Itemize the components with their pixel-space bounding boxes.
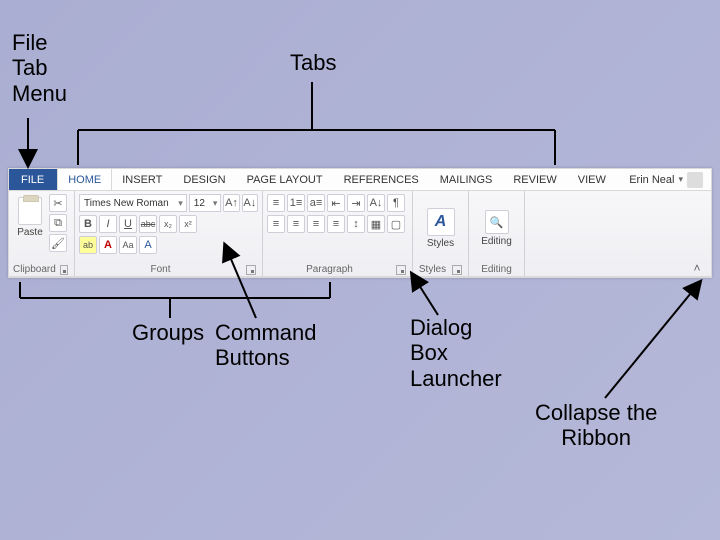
group-label-styles: Styles bbox=[417, 264, 448, 275]
group-paragraph: ≡ 1≡ a≡ ⇤ ⇥ A↓ ¶ ≡ ≡ ≡ ≡ ↕ ▦ ▢ bbox=[263, 191, 413, 276]
group-label-paragraph: Paragraph bbox=[267, 264, 392, 275]
dialog-launcher-clipboard[interactable] bbox=[60, 265, 68, 275]
justify-button[interactable]: ≡ bbox=[327, 215, 345, 233]
annotation-collapse-ribbon: Collapse the Ribbon bbox=[535, 400, 657, 451]
group-font: Times New Roman 12 A↑ A↓ B I U abc x₂ x²… bbox=[75, 191, 263, 276]
annotation-dialog-box-launcher: Dialog Box Launcher bbox=[410, 315, 502, 391]
italic-button[interactable]: I bbox=[99, 215, 117, 233]
borders-button[interactable]: ▢ bbox=[387, 215, 405, 233]
dialog-launcher-paragraph[interactable] bbox=[396, 265, 406, 275]
annotation-file-tab-menu: File Tab Menu bbox=[12, 30, 67, 106]
superscript-button[interactable]: x² bbox=[179, 215, 197, 233]
format-painter-button[interactable]: 🖌 bbox=[49, 234, 67, 252]
tab-references[interactable]: REFERENCES bbox=[334, 169, 430, 190]
subscript-button[interactable]: x₂ bbox=[159, 215, 177, 233]
ribbon-empty bbox=[525, 191, 711, 276]
copy-button[interactable]: ⧉ bbox=[49, 214, 67, 232]
group-label-clipboard: Clipboard bbox=[13, 264, 56, 275]
dialog-launcher-styles[interactable] bbox=[452, 265, 462, 275]
tab-insert[interactable]: INSERT bbox=[112, 169, 173, 190]
chevron-up-icon: ˄ bbox=[693, 261, 700, 275]
tab-mailings[interactable]: MAILINGS bbox=[430, 169, 504, 190]
increase-indent-button[interactable]: ⇥ bbox=[347, 194, 365, 212]
paste-button[interactable]: Paste bbox=[13, 194, 47, 240]
shading-button[interactable]: ▦ bbox=[367, 215, 385, 233]
ribbon: FILE HOME INSERT DESIGN PAGE LAYOUT REFE… bbox=[8, 168, 712, 278]
tab-review[interactable]: REVIEW bbox=[503, 169, 567, 190]
align-right-button[interactable]: ≡ bbox=[307, 215, 325, 233]
find-button[interactable]: 🔍 bbox=[485, 210, 509, 234]
styles-label: Styles bbox=[427, 238, 454, 249]
tab-view[interactable]: VIEW bbox=[568, 169, 617, 190]
annotation-command-buttons: Command Buttons bbox=[215, 320, 316, 371]
group-clipboard: Paste ✂ ⧉ 🖌 Clipboard bbox=[9, 191, 75, 276]
sort-button[interactable]: A↓ bbox=[367, 194, 385, 212]
numbering-button[interactable]: 1≡ bbox=[287, 194, 305, 212]
group-styles: A Styles Styles bbox=[413, 191, 469, 276]
grow-font-button[interactable]: A↑ bbox=[223, 194, 239, 212]
ribbon-tabs: FILE HOME INSERT DESIGN PAGE LAYOUT REFE… bbox=[9, 169, 711, 191]
bullets-button[interactable]: ≡ bbox=[267, 194, 285, 212]
account-menu[interactable]: Erin Neal ▾ bbox=[621, 169, 711, 190]
styles-button[interactable]: A bbox=[427, 208, 455, 236]
decrease-indent-button[interactable]: ⇤ bbox=[327, 194, 345, 212]
ribbon-groups: Paste ✂ ⧉ 🖌 Clipboard Times New Roman 12… bbox=[9, 191, 711, 277]
font-size-select[interactable]: 12 bbox=[189, 194, 222, 212]
line-spacing-button[interactable]: ↕ bbox=[347, 215, 365, 233]
show-marks-button[interactable]: ¶ bbox=[387, 194, 405, 212]
tab-page-layout[interactable]: PAGE LAYOUT bbox=[237, 169, 334, 190]
avatar bbox=[687, 172, 703, 188]
underline-button[interactable]: U bbox=[119, 215, 137, 233]
cut-button[interactable]: ✂ bbox=[49, 194, 67, 212]
editing-label: Editing bbox=[481, 236, 512, 247]
bold-button[interactable]: B bbox=[79, 215, 97, 233]
align-left-button[interactable]: ≡ bbox=[267, 215, 285, 233]
clear-format-button[interactable]: A bbox=[139, 236, 157, 254]
group-editing: 🔍 Editing Editing bbox=[469, 191, 525, 276]
file-tab[interactable]: FILE bbox=[9, 169, 57, 190]
change-case-button[interactable]: Aa bbox=[119, 236, 137, 254]
tab-design[interactable]: DESIGN bbox=[173, 169, 236, 190]
chevron-down-icon: ▾ bbox=[678, 174, 683, 185]
strikethrough-button[interactable]: abc bbox=[139, 215, 157, 233]
font-color-button[interactable]: A bbox=[99, 236, 117, 254]
collapse-ribbon-button[interactable]: ˄ bbox=[687, 261, 707, 275]
align-center-button[interactable]: ≡ bbox=[287, 215, 305, 233]
clipboard-icon bbox=[18, 197, 42, 225]
paste-label: Paste bbox=[17, 227, 43, 238]
annotation-tabs: Tabs bbox=[290, 50, 336, 75]
group-label-font: Font bbox=[79, 264, 242, 275]
group-label-editing: Editing bbox=[473, 264, 520, 275]
annotation-groups: Groups bbox=[132, 320, 204, 345]
font-family-select[interactable]: Times New Roman bbox=[79, 194, 187, 212]
multilevel-list-button[interactable]: a≡ bbox=[307, 194, 325, 212]
dialog-launcher-font[interactable] bbox=[246, 265, 256, 275]
tab-home[interactable]: HOME bbox=[57, 169, 112, 190]
user-name: Erin Neal bbox=[629, 174, 674, 186]
shrink-font-button[interactable]: A↓ bbox=[242, 194, 258, 212]
highlight-button[interactable]: ab bbox=[79, 236, 97, 254]
